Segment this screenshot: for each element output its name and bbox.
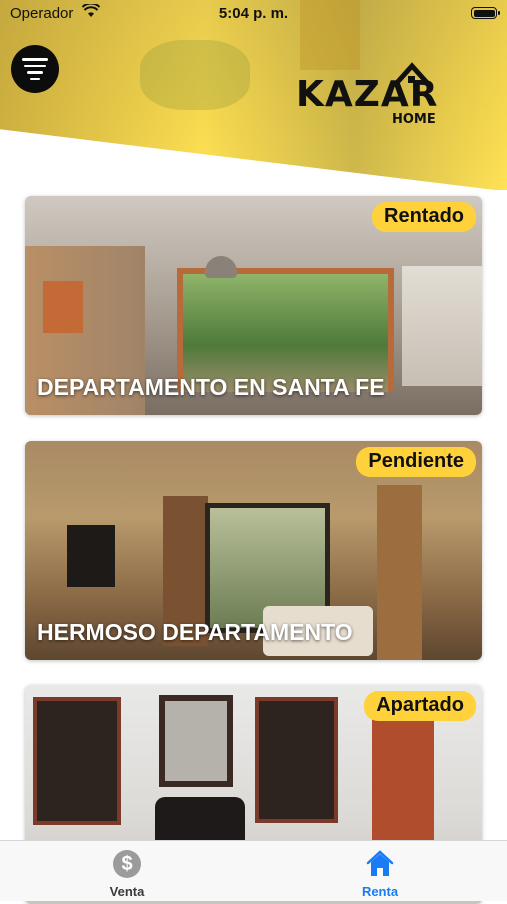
- dollar-coin-icon: $: [113, 850, 141, 878]
- listing-title: DEPARTAMENTO EN SANTA FE: [37, 374, 385, 400]
- tab-label: Renta: [361, 884, 399, 899]
- tab-renta[interactable]: Renta: [320, 841, 440, 901]
- listing-title: HERMOSO DEPARTAMENTO: [37, 619, 353, 645]
- status-badge: Pendiente: [356, 447, 476, 477]
- menu-button[interactable]: [11, 45, 59, 93]
- listing-card[interactable]: Pendiente HERMOSO DEPARTAMENTO: [25, 441, 482, 660]
- tab-venta[interactable]: $ Venta: [67, 841, 187, 901]
- battery-icon: [471, 7, 500, 19]
- clock: 5:04 p. m.: [218, 5, 289, 22]
- menu-line-icon: [27, 71, 43, 74]
- house-roof-icon: [392, 62, 432, 88]
- house-icon: [366, 850, 394, 876]
- status-badge: Rentado: [372, 202, 476, 232]
- tab-label: Venta: [109, 884, 145, 899]
- menu-line-icon: [22, 58, 48, 61]
- menu-line-icon: [24, 64, 46, 67]
- menu-line-icon: [30, 77, 40, 80]
- listing-card[interactable]: Rentado DEPARTAMENTO EN SANTA FE: [25, 196, 482, 415]
- tab-bar: $ Venta Renta: [0, 840, 507, 901]
- logo-subtitle: HOME: [392, 112, 436, 127]
- status-badge: Apartado: [364, 691, 476, 721]
- header: Operador 5:04 p. m. KAZAR HOME: [0, 0, 507, 190]
- kazar-logo: KAZAR HOME: [296, 62, 471, 127]
- status-bar: Operador 5:04 p. m.: [0, 0, 507, 28]
